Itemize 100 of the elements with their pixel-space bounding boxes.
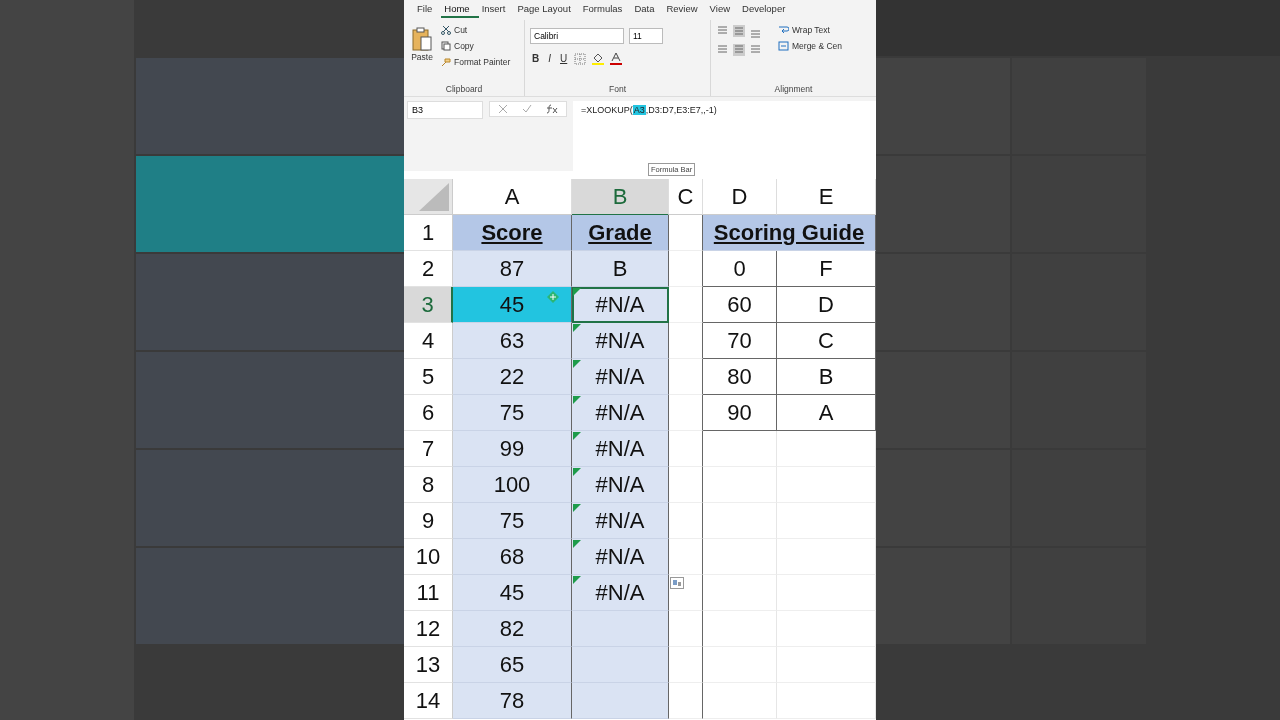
- table-cell[interactable]: #N/A: [572, 395, 669, 431]
- cut-button[interactable]: Cut: [439, 24, 513, 36]
- ribbon-tab[interactable]: File: [414, 2, 442, 18]
- table-cell[interactable]: 65: [453, 647, 572, 683]
- paste-button[interactable]: Paste: [409, 24, 435, 64]
- table-cell[interactable]: 82: [453, 611, 572, 647]
- row-header[interactable]: 10: [404, 539, 453, 575]
- cell-text: 22: [499, 363, 525, 390]
- check-icon[interactable]: [522, 104, 532, 114]
- table-cell[interactable]: [669, 323, 703, 359]
- column-header[interactable]: E: [777, 179, 876, 215]
- font-color-icon[interactable]: [610, 52, 623, 65]
- underline-button[interactable]: U: [558, 53, 570, 64]
- table-cell[interactable]: #N/A: [572, 431, 669, 467]
- row-header[interactable]: 9: [404, 503, 453, 539]
- row-header[interactable]: 12: [404, 611, 453, 647]
- table-cell[interactable]: 75: [453, 395, 572, 431]
- ribbon-tab[interactable]: Insert: [478, 2, 515, 18]
- row-header[interactable]: 1: [404, 215, 453, 251]
- paste-options-icon[interactable]: [670, 577, 684, 589]
- row-header[interactable]: 5: [404, 359, 453, 395]
- table-cell[interactable]: 100: [453, 467, 572, 503]
- table-cell[interactable]: [572, 647, 669, 683]
- table-cell[interactable]: [669, 503, 703, 539]
- table-cell[interactable]: 45: [453, 287, 572, 323]
- borders-icon[interactable]: [574, 52, 587, 65]
- table-cell[interactable]: [669, 251, 703, 287]
- table-cell[interactable]: #N/A: [572, 575, 669, 611]
- table-cell[interactable]: [669, 395, 703, 431]
- table-cell[interactable]: [572, 611, 669, 647]
- cell-text: 75: [499, 507, 525, 534]
- copy-button[interactable]: Copy: [439, 40, 513, 52]
- table-cell[interactable]: Grade: [572, 215, 669, 251]
- table-cell[interactable]: [669, 215, 703, 251]
- table-cell[interactable]: [669, 575, 703, 611]
- table-cell[interactable]: 22: [453, 359, 572, 395]
- name-box[interactable]: B3: [407, 101, 483, 119]
- table-cell[interactable]: 0: [703, 251, 777, 287]
- table-cell[interactable]: 63: [453, 323, 572, 359]
- ribbon-tab[interactable]: Home: [441, 2, 479, 18]
- column-header[interactable]: B: [572, 179, 669, 216]
- table-cell[interactable]: #N/A: [572, 323, 669, 359]
- table-cell[interactable]: [669, 287, 703, 323]
- table-cell[interactable]: 60: [703, 287, 777, 323]
- row-header[interactable]: 7: [404, 431, 453, 467]
- row-header[interactable]: 4: [404, 323, 453, 359]
- font-name-field[interactable]: Calibri: [530, 28, 624, 44]
- ribbon-tab[interactable]: Formulas: [579, 2, 632, 18]
- table-cell[interactable]: 87: [453, 251, 572, 287]
- table-cell[interactable]: #N/A: [572, 287, 669, 323]
- column-header[interactable]: A: [453, 179, 572, 215]
- table-cell[interactable]: [669, 539, 703, 575]
- table-cell[interactable]: 78: [453, 683, 572, 719]
- table-cell[interactable]: 68: [453, 539, 572, 575]
- table-cell[interactable]: 90: [703, 395, 777, 431]
- wrap-text-button[interactable]: Wrap Text: [776, 24, 845, 36]
- table-cell[interactable]: 45: [453, 575, 572, 611]
- table-cell[interactable]: [669, 359, 703, 395]
- ribbon-tab[interactable]: Data: [631, 2, 664, 18]
- select-all-icon[interactable]: [419, 183, 449, 211]
- column-header[interactable]: D: [703, 179, 777, 215]
- table-cell[interactable]: Scoring Guide: [703, 215, 876, 251]
- table-cell[interactable]: 70: [703, 323, 777, 359]
- table-cell[interactable]: #N/A: [572, 539, 669, 575]
- fill-color-icon[interactable]: [591, 52, 606, 65]
- table-cell[interactable]: Score: [453, 215, 572, 251]
- column-header[interactable]: C: [669, 179, 703, 215]
- table-cell[interactable]: #N/A: [572, 467, 669, 503]
- table-cell[interactable]: [669, 647, 703, 683]
- table-cell[interactable]: 80: [703, 359, 777, 395]
- ribbon-tab[interactable]: View: [706, 2, 740, 18]
- table-cell[interactable]: #N/A: [572, 359, 669, 395]
- error-options-icon[interactable]: [547, 291, 559, 303]
- table-cell[interactable]: 99: [453, 431, 572, 467]
- bold-button[interactable]: B: [530, 53, 542, 64]
- row-header[interactable]: 6: [404, 395, 453, 431]
- table-cell[interactable]: [669, 611, 703, 647]
- row-header[interactable]: 14: [404, 683, 453, 719]
- scissors-icon: [441, 25, 451, 35]
- function-icon[interactable]: [546, 104, 558, 114]
- table-cell[interactable]: 75: [453, 503, 572, 539]
- ribbon-tab[interactable]: Review: [663, 2, 707, 18]
- font-size-field[interactable]: 11: [629, 28, 663, 44]
- table-cell[interactable]: [669, 467, 703, 503]
- ribbon-tab[interactable]: Page Layout: [514, 2, 580, 18]
- table-cell[interactable]: #N/A: [572, 503, 669, 539]
- ribbon-tab[interactable]: Developer: [739, 2, 795, 18]
- format-painter-button[interactable]: Format Painter: [439, 56, 513, 68]
- table-cell[interactable]: [669, 683, 703, 719]
- table-cell[interactable]: [572, 683, 669, 719]
- italic-button[interactable]: I: [546, 53, 553, 64]
- merge-button[interactable]: Merge & Cen: [776, 40, 845, 52]
- table-cell[interactable]: [669, 431, 703, 467]
- table-cell[interactable]: B: [572, 251, 669, 287]
- row-header[interactable]: 13: [404, 647, 453, 683]
- row-header[interactable]: 3: [404, 287, 453, 323]
- row-header[interactable]: 2: [404, 251, 453, 287]
- cancel-icon[interactable]: [498, 104, 508, 114]
- row-header[interactable]: 8: [404, 467, 453, 503]
- row-header[interactable]: 11: [404, 575, 453, 611]
